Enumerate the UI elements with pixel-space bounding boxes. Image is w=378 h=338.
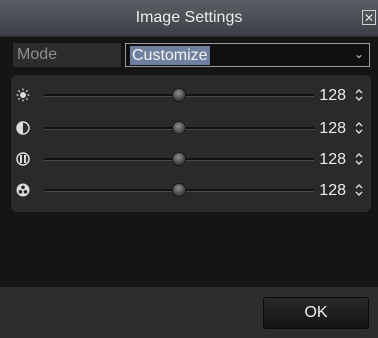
saturation-row: 128 xyxy=(11,148,371,172)
contrast-icon xyxy=(16,121,30,135)
contrast-spinner-icon[interactable] xyxy=(354,120,364,136)
empty-area xyxy=(0,212,378,287)
brightness-spinner-icon[interactable] xyxy=(354,87,364,103)
mode-selected-value: Customize xyxy=(130,46,210,65)
saturation-spinner-icon[interactable] xyxy=(354,151,364,167)
saturation-slider-handle[interactable] xyxy=(172,152,186,166)
title-bar: Image Settings ✕ xyxy=(0,0,378,37)
hue-spinner-icon[interactable] xyxy=(354,182,364,198)
saturation-icon xyxy=(16,152,30,166)
mode-label: Mode xyxy=(13,43,121,67)
dialog-title: Image Settings xyxy=(135,9,243,26)
chevron-down-icon: ⌄ xyxy=(353,47,364,61)
hue-row: 128 xyxy=(11,179,371,203)
brightness-value: 128 xyxy=(319,87,346,104)
close-button[interactable]: ✕ xyxy=(362,10,376,25)
adjustment-panel: 128 128 128 128 xyxy=(11,75,371,212)
hue-value: 128 xyxy=(319,182,346,199)
brightness-slider-track[interactable] xyxy=(44,88,314,102)
image-settings-dialog: Image Settings ✕ Mode Customize ⌄ 128 12… xyxy=(0,0,378,338)
saturation-slider-track[interactable] xyxy=(44,152,314,166)
hue-slider-track[interactable] xyxy=(44,183,314,197)
brightness-icon xyxy=(16,88,30,102)
mode-dropdown[interactable]: Customize ⌄ xyxy=(125,43,370,67)
ok-button[interactable]: OK xyxy=(263,297,369,329)
mode-row: Mode Customize ⌄ xyxy=(13,43,370,67)
contrast-slider-handle[interactable] xyxy=(172,121,186,135)
contrast-row: 128 xyxy=(11,117,371,141)
contrast-value: 128 xyxy=(319,120,346,137)
hue-slider-handle[interactable] xyxy=(172,183,186,197)
brightness-row: 128 xyxy=(11,84,371,108)
saturation-value: 128 xyxy=(319,151,346,168)
hue-icon xyxy=(16,183,30,197)
contrast-slider-track[interactable] xyxy=(44,121,314,135)
brightness-slider-handle[interactable] xyxy=(172,88,186,102)
